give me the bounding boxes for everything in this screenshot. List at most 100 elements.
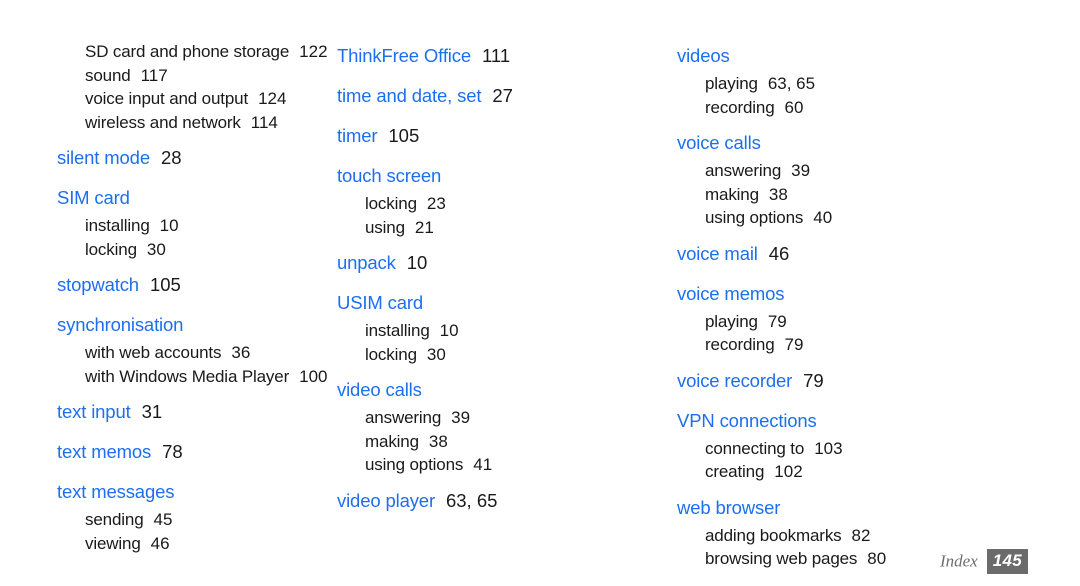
- index-sub-entry[interactable]: installing 10: [57, 214, 334, 238]
- index-heading-label: text messages: [57, 481, 175, 502]
- index-heading[interactable]: SIM card: [57, 182, 334, 214]
- index-heading-label: voice recorder: [677, 369, 793, 391]
- index-entry-group: silent mode 28: [57, 142, 334, 174]
- index-page: SD card and phone storage 122 sound 117 voic…: [0, 0, 1080, 586]
- index-heading[interactable]: touch screen: [337, 160, 665, 192]
- index-sub-entry-page-ref: 39: [451, 408, 471, 427]
- index-sub-entry[interactable]: SD card and phone storage 122: [57, 40, 334, 64]
- index-sub-entry-label: sound: [85, 65, 131, 85]
- index-sub-entry-label: locking: [85, 239, 137, 259]
- index-sub-entry[interactable]: answering 39: [337, 406, 665, 430]
- index-sub-entry[interactable]: locking 30: [57, 238, 334, 262]
- index-entry-group: synchronisation with web accounts 36 with W…: [57, 309, 334, 388]
- index-entry-group: videos playing 63, 65 recording 60: [677, 40, 1080, 119]
- index-heading-label: USIM card: [337, 292, 424, 313]
- index-heading[interactable]: USIM card: [337, 287, 665, 319]
- index-heading-label: voice memos: [677, 282, 785, 304]
- index-heading[interactable]: text messages: [57, 476, 334, 508]
- index-sub-entry[interactable]: with web accounts 36: [57, 341, 334, 365]
- index-heading[interactable]: ThinkFree Office 111: [337, 40, 665, 72]
- index-sub-entry[interactable]: wireless and network 114: [57, 111, 334, 135]
- index-sub-entry[interactable]: recording 60: [677, 96, 1080, 120]
- index-sub-entry-page-ref: 82: [851, 525, 871, 545]
- index-sub-entry-page-ref: 103: [814, 438, 843, 458]
- index-heading[interactable]: video calls: [337, 374, 665, 406]
- index-sub-entry[interactable]: connecting to 103: [677, 437, 1080, 461]
- footer-section-label: Index: [939, 551, 978, 571]
- index-heading[interactable]: silent mode 28: [57, 142, 334, 174]
- index-sub-entry-page-ref: 45: [153, 510, 173, 529]
- index-heading-page-ref: 27: [492, 85, 513, 106]
- index-sub-entry-label: using options: [365, 455, 464, 474]
- index-sub-entry[interactable]: using options 40: [677, 206, 1080, 230]
- index-heading[interactable]: synchronisation: [57, 309, 334, 341]
- index-sub-entry-page-ref: 122: [299, 42, 328, 61]
- index-sub-entry[interactable]: playing 63, 65: [677, 72, 1080, 96]
- index-sub-entry[interactable]: creating 102: [677, 460, 1080, 484]
- index-sub-entry[interactable]: locking 30: [337, 343, 665, 367]
- index-sub-entry[interactable]: sound 117: [57, 64, 334, 88]
- index-heading-label: SIM card: [57, 187, 130, 208]
- index-sub-entry-label: with Windows Media Player: [85, 366, 290, 386]
- index-heading[interactable]: web browser: [677, 492, 1080, 524]
- index-sub-entry[interactable]: recording 79: [677, 333, 1080, 357]
- index-sub-entry[interactable]: voice input and output 124: [57, 87, 334, 111]
- index-sub-entry-page-ref: 41: [473, 455, 493, 474]
- page-number-badge: 145: [986, 549, 1028, 574]
- index-sub-entry[interactable]: installing 10: [337, 319, 665, 343]
- index-entry-group: voice memos playing 79 recording 79: [677, 278, 1080, 357]
- index-sub-entry-page-ref: 79: [784, 335, 804, 354]
- index-sub-entry-label: with web accounts: [85, 343, 222, 362]
- index-heading-label: synchronisation: [57, 314, 184, 335]
- index-heading[interactable]: text input 31: [57, 396, 334, 428]
- index-columns: SD card and phone storage 122 sound 117 voic…: [0, 40, 1080, 571]
- index-sub-entry-label: wireless and network: [85, 112, 241, 132]
- index-sub-entry[interactable]: using options 41: [337, 453, 665, 477]
- index-heading[interactable]: time and date, set 27: [337, 80, 665, 112]
- index-sub-entry-label: answering: [705, 161, 782, 180]
- index-entry-group: SD card and phone storage 122 sound 117 voic…: [57, 40, 334, 134]
- index-sub-entry[interactable]: using 21: [337, 216, 665, 240]
- page-footer: Index 145: [0, 549, 1080, 574]
- index-entry-group: voice mail 46: [677, 238, 1080, 270]
- index-entry-group: text messages sending 45 viewing 46: [57, 476, 334, 555]
- index-entry-group: ThinkFree Office 111: [337, 40, 665, 72]
- index-sub-entry-page-ref: 39: [791, 161, 811, 180]
- index-heading-label: unpack: [337, 252, 396, 273]
- index-sub-entry[interactable]: making 38: [677, 183, 1080, 207]
- index-sub-entry[interactable]: adding bookmarks 82: [677, 524, 1080, 548]
- index-sub-entry-label: playing: [705, 74, 758, 93]
- index-heading[interactable]: VPN connections: [677, 405, 1080, 437]
- index-column-1: SD card and phone storage 122 sound 117 voic…: [0, 40, 334, 555]
- index-sub-entry-page-ref: 100: [299, 366, 328, 386]
- index-heading[interactable]: video player 63, 65: [337, 485, 665, 517]
- index-heading[interactable]: videos: [677, 40, 1080, 72]
- index-sub-entry[interactable]: playing 79: [677, 310, 1080, 334]
- index-sub-entry-label: connecting to: [705, 438, 805, 458]
- index-sub-entry[interactable]: with Windows Media Player 100: [57, 365, 334, 389]
- index-sub-entry-page-ref: 38: [428, 431, 448, 451]
- index-sub-entry[interactable]: locking 23: [337, 192, 665, 216]
- index-column-3: videos playing 63, 65 recording 60 voice call…: [665, 40, 1080, 571]
- index-sub-entry-label: recording: [705, 97, 775, 117]
- index-heading[interactable]: unpack 10: [337, 247, 665, 279]
- index-sub-entry[interactable]: making 38: [337, 430, 665, 454]
- index-heading[interactable]: voice recorder 79: [677, 365, 1080, 397]
- index-sub-entry-page-ref: 38: [768, 184, 788, 204]
- index-entry-group: text memos 78: [57, 436, 334, 468]
- index-sub-entry-label: sending: [85, 510, 144, 529]
- index-heading-page-ref: 31: [141, 401, 163, 422]
- index-heading[interactable]: voice mail 46: [677, 238, 1080, 270]
- index-heading[interactable]: timer 105: [337, 120, 665, 152]
- index-heading-page-ref: 10: [406, 252, 428, 273]
- index-entry-group: voice calls answering 39 making 38 using opti…: [677, 127, 1080, 230]
- index-heading-label: videos: [677, 45, 730, 66]
- index-heading[interactable]: stopwatch 105: [57, 269, 334, 301]
- index-sub-entry[interactable]: answering 39: [677, 159, 1080, 183]
- index-heading[interactable]: voice memos: [677, 278, 1080, 310]
- index-sub-entry[interactable]: sending 45: [57, 508, 334, 532]
- index-sub-entry-page-ref: 21: [414, 217, 434, 237]
- index-heading-label: timer: [337, 125, 378, 146]
- index-heading[interactable]: voice calls: [677, 127, 1080, 159]
- index-heading[interactable]: text memos 78: [57, 436, 334, 468]
